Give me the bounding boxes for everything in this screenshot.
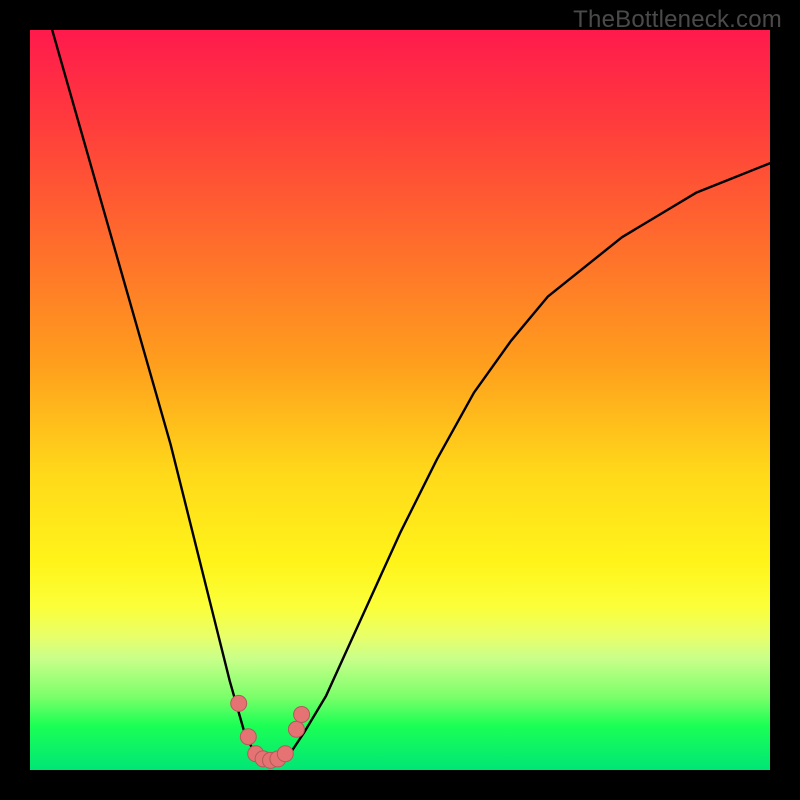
curve-marker — [277, 746, 293, 762]
plot-area — [30, 30, 770, 770]
curve-markers — [231, 695, 310, 768]
watermark-text: TheBottleneck.com — [573, 6, 782, 34]
curve-marker — [288, 721, 304, 737]
chart-frame: TheBottleneck.com — [0, 0, 800, 800]
curve-marker — [231, 695, 247, 711]
curve-layer — [30, 30, 770, 770]
bottleneck-curve — [52, 30, 770, 761]
curve-marker — [240, 729, 256, 745]
curve-marker — [294, 707, 310, 723]
